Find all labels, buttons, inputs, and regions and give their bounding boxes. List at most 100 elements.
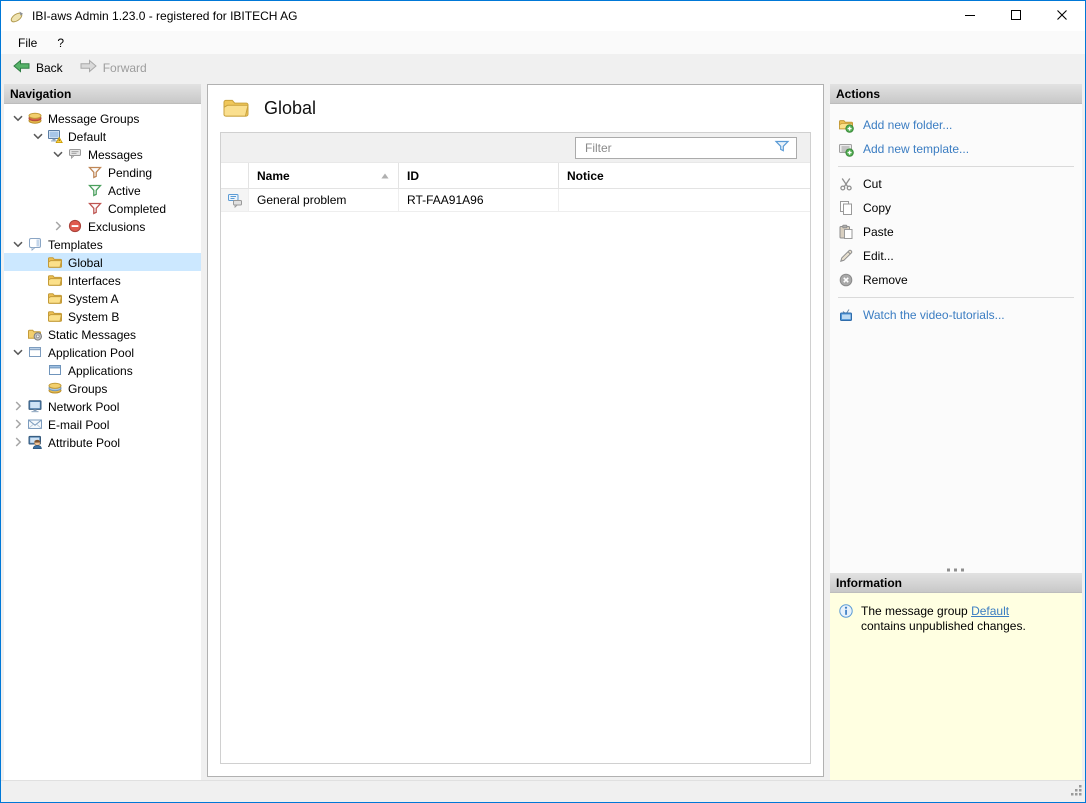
tree-item-application-pool[interactable]: Application Pool: [4, 343, 201, 361]
menu-file[interactable]: File: [8, 33, 47, 53]
tree-item-label: Applications: [68, 363, 133, 378]
close-button[interactable]: [1039, 1, 1085, 31]
toolbar: Back Forward: [1, 54, 1085, 81]
chevron-down-icon[interactable]: [10, 236, 26, 252]
tree-item-label: System B: [68, 309, 119, 324]
chevron-right-icon[interactable]: [10, 398, 26, 414]
back-button[interactable]: Back: [6, 56, 69, 79]
action-add-new-template[interactable]: Add new template...: [838, 137, 1076, 161]
action-label: Cut: [863, 177, 882, 191]
right-panel: Actions Add new folder...Add new templat…: [830, 84, 1082, 780]
action-edit[interactable]: Edit...: [838, 244, 1076, 268]
info-icon: [838, 603, 854, 619]
tree-item-attribute-pool[interactable]: Attribute Pool: [4, 433, 201, 451]
chevron-right-icon[interactable]: [50, 218, 66, 234]
applications-icon: [46, 362, 64, 378]
paste-icon: [838, 224, 854, 240]
minimize-button[interactable]: [947, 1, 993, 31]
tree-item-label: Network Pool: [48, 399, 119, 414]
menu-bar: File ?: [1, 31, 1085, 54]
funnel-completed-icon: [86, 200, 104, 216]
app-window: IBI-aws Admin 1.23.0 - registered for IB…: [0, 0, 1086, 803]
tree-item-pending[interactable]: Pending: [4, 163, 201, 181]
tree-item-active[interactable]: Active: [4, 181, 201, 199]
default-group-link[interactable]: Default: [971, 604, 1009, 618]
chevron-spacer: [30, 308, 46, 324]
funnel-pending-icon: [86, 164, 104, 180]
panel-splitter[interactable]: [830, 563, 1082, 573]
chevron-right-icon[interactable]: [10, 434, 26, 450]
tree-item-global[interactable]: Global: [4, 253, 201, 271]
tree-item-system-a[interactable]: System A: [4, 289, 201, 307]
folder-icon: [222, 95, 251, 123]
chevron-spacer: [30, 290, 46, 306]
actions-panel: Actions Add new folder...Add new templat…: [830, 84, 1082, 563]
folder-icon: [46, 272, 64, 288]
table-body: General problemRT-FAA91A96: [221, 189, 810, 212]
close-icon: [1056, 9, 1068, 24]
chevron-spacer: [70, 200, 86, 216]
chevron-down-icon[interactable]: [10, 344, 26, 360]
title-bar[interactable]: IBI-aws Admin 1.23.0 - registered for IB…: [1, 1, 1085, 31]
column-header-notice[interactable]: Notice: [559, 163, 810, 189]
information-text: The message group Default contains unpub…: [861, 604, 1074, 635]
action-add-new-folder[interactable]: Add new folder...: [838, 113, 1076, 137]
column-header-icon[interactable]: [221, 163, 249, 189]
tree-item-label: Completed: [108, 201, 166, 216]
maximize-button[interactable]: [993, 1, 1039, 31]
filter-funnel-icon[interactable]: [773, 138, 791, 157]
tree-item-network-pool[interactable]: Network Pool: [4, 397, 201, 415]
tree-item-static-messages[interactable]: Static Messages: [4, 325, 201, 343]
tree-item-applications[interactable]: Applications: [4, 361, 201, 379]
chevron-down-icon[interactable]: [30, 128, 46, 144]
page-title: Global: [264, 98, 316, 119]
edit-icon: [838, 248, 854, 264]
information-panel: Information The message group Default co…: [830, 573, 1082, 780]
chevron-down-icon[interactable]: [10, 110, 26, 126]
cell-name: General problem: [249, 189, 399, 212]
resize-grip-icon[interactable]: [1069, 783, 1083, 800]
chevron-spacer: [30, 272, 46, 288]
action-label: Remove: [863, 273, 908, 287]
action-copy[interactable]: Copy: [838, 196, 1076, 220]
chevron-right-icon[interactable]: [10, 416, 26, 432]
tree-item-system-b[interactable]: System B: [4, 307, 201, 325]
tree-item-default[interactable]: Default: [4, 127, 201, 145]
monitor-warning-icon: [46, 128, 64, 144]
table-row-general-problem[interactable]: General problemRT-FAA91A96: [221, 189, 810, 212]
tree-item-completed[interactable]: Completed: [4, 199, 201, 217]
action-watch-the-video-tutorials[interactable]: Watch the video-tutorials...: [838, 303, 1076, 327]
menu-help[interactable]: ?: [47, 33, 74, 53]
groups-icon: [46, 380, 64, 396]
action-label: Paste: [863, 225, 894, 239]
application-pool-icon: [26, 344, 44, 360]
table-header-row: Name ID Notice: [221, 163, 810, 189]
main-header: Global: [208, 85, 823, 132]
funnel-active-icon: [86, 182, 104, 198]
filter-input[interactable]: Filter: [575, 137, 797, 159]
tree-item-messages[interactable]: Messages: [4, 145, 201, 163]
tree-item-e-mail-pool[interactable]: E-mail Pool: [4, 415, 201, 433]
column-header-name[interactable]: Name: [249, 163, 399, 189]
tree-item-interfaces[interactable]: Interfaces: [4, 271, 201, 289]
action-cut[interactable]: Cut: [838, 172, 1076, 196]
back-arrow-icon: [12, 58, 31, 77]
tree-item-label: Groups: [68, 381, 107, 396]
tree-item-label: Attribute Pool: [48, 435, 120, 450]
forward-button[interactable]: Forward: [73, 56, 153, 79]
tree-item-groups[interactable]: Groups: [4, 379, 201, 397]
tree-item-message-groups[interactable]: Message Groups: [4, 109, 201, 127]
filter-bar: Filter: [221, 133, 810, 163]
network-pool-icon: [26, 398, 44, 414]
chevron-down-icon[interactable]: [50, 146, 66, 162]
information-body: The message group Default contains unpub…: [830, 593, 1082, 780]
tree-item-exclusions[interactable]: Exclusions: [4, 217, 201, 235]
tree-item-templates[interactable]: Templates: [4, 235, 201, 253]
actions-header: Actions: [830, 84, 1082, 104]
column-header-id[interactable]: ID: [399, 163, 559, 189]
action-remove[interactable]: Remove: [838, 268, 1076, 292]
attribute-pool-icon: [26, 434, 44, 450]
tree-item-label: Default: [68, 129, 106, 144]
name-column-label: Name: [257, 169, 290, 183]
action-paste[interactable]: Paste: [838, 220, 1076, 244]
